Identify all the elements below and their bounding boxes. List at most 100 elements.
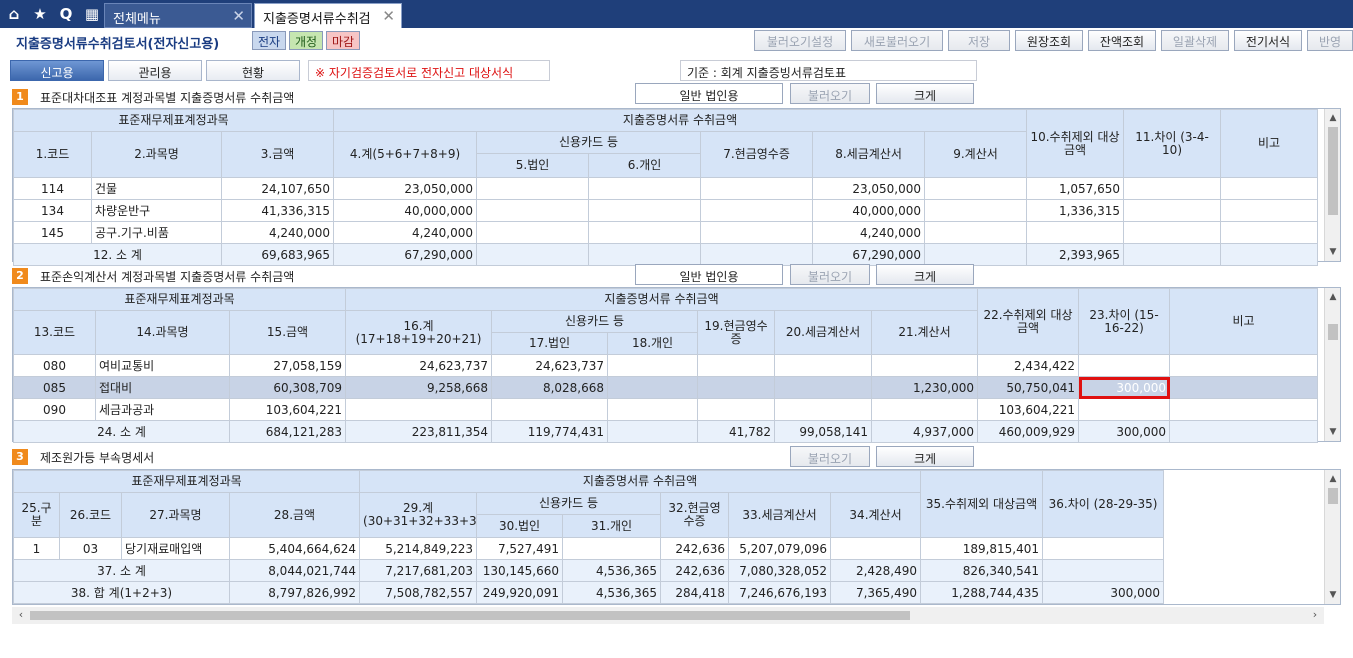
- corp-type-field[interactable]: 일반 법인용: [635, 264, 783, 285]
- balance-view-button[interactable]: 잔액조회: [1088, 30, 1156, 51]
- favorite-star-icon[interactable]: ★: [29, 3, 51, 25]
- cell[interactable]: 세금과공과: [95, 398, 230, 421]
- tab-management[interactable]: 관리용: [108, 60, 202, 81]
- vertical-scrollbar[interactable]: ▲ ▼: [1324, 109, 1340, 261]
- table-row[interactable]: 145 공구.기구.비품 4,240,000 4,240,000 4,240,000: [13, 221, 1319, 244]
- cell[interactable]: 5,404,664,624: [228, 537, 361, 560]
- cell[interactable]: [1123, 199, 1222, 222]
- cell[interactable]: [697, 354, 776, 377]
- scroll-up-icon[interactable]: ▲: [1325, 472, 1341, 486]
- cell[interactable]: 23,050,000: [333, 177, 478, 200]
- cell[interactable]: [871, 398, 979, 421]
- cell[interactable]: [345, 398, 493, 421]
- table-row[interactable]: 134 차량운반구 41,336,315 40,000,000 40,000,000 1,…: [13, 199, 1319, 222]
- cell[interactable]: [607, 354, 699, 377]
- load-button[interactable]: 불러오기: [790, 264, 870, 285]
- zoom-button[interactable]: 크게: [876, 83, 974, 104]
- batch-delete-button[interactable]: 일괄삭제: [1161, 30, 1229, 51]
- cell[interactable]: 1,230,000: [871, 376, 979, 399]
- cell[interactable]: 145: [13, 221, 92, 244]
- zoom-button[interactable]: 크게: [876, 446, 974, 467]
- cell[interactable]: 1,336,315: [1026, 199, 1125, 222]
- cell[interactable]: [700, 221, 814, 244]
- cell[interactable]: [1169, 354, 1319, 377]
- cell[interactable]: 2,434,422: [977, 354, 1080, 377]
- scroll-down-icon[interactable]: ▼: [1325, 425, 1341, 439]
- reload-button[interactable]: 새로불러오기: [851, 30, 943, 51]
- close-icon[interactable]: ✕: [232, 7, 245, 25]
- vertical-scrollbar[interactable]: ▲ ▼: [1324, 288, 1340, 441]
- cell[interactable]: 03: [59, 537, 122, 560]
- cell[interactable]: 접대비: [95, 376, 230, 399]
- cell[interactable]: 41,336,315: [220, 199, 335, 222]
- load-button[interactable]: 불러오기: [790, 83, 870, 104]
- cell[interactable]: 114: [13, 177, 92, 200]
- vertical-scrollbar[interactable]: ▲ ▼: [1324, 470, 1340, 604]
- search-q-icon[interactable]: Q: [55, 3, 77, 25]
- cell[interactable]: 40,000,000: [812, 199, 926, 222]
- save-button[interactable]: 저장: [948, 30, 1010, 51]
- cell[interactable]: [491, 398, 609, 421]
- cell[interactable]: 1,057,650: [1026, 177, 1125, 200]
- close-icon[interactable]: ✕: [382, 7, 395, 25]
- cell[interactable]: 24,623,737: [491, 354, 609, 377]
- cell[interactable]: 공구.기구.비품: [91, 221, 222, 244]
- cell[interactable]: 1: [13, 537, 60, 560]
- cell[interactable]: [1169, 376, 1319, 399]
- cell[interactable]: 27,058,159: [228, 354, 347, 377]
- ledger-view-button[interactable]: 원장조회: [1015, 30, 1083, 51]
- cell[interactable]: [700, 199, 814, 222]
- tab-status[interactable]: 현황: [206, 60, 300, 81]
- cell[interactable]: [607, 376, 699, 399]
- cell[interactable]: [1220, 177, 1319, 200]
- prior-form-button[interactable]: 전기서식: [1234, 30, 1302, 51]
- cell[interactable]: [1123, 177, 1222, 200]
- home-icon[interactable]: ⌂: [3, 3, 25, 25]
- cell[interactable]: 24,107,650: [220, 177, 335, 200]
- badge-closed[interactable]: 마감: [326, 31, 361, 50]
- cell[interactable]: 189,815,401: [920, 537, 1044, 560]
- scroll-up-icon[interactable]: ▲: [1325, 290, 1341, 304]
- load-button[interactable]: 불러오기: [790, 446, 870, 467]
- cell[interactable]: [588, 199, 702, 222]
- badge-electronic[interactable]: 전자: [252, 31, 287, 50]
- cell[interactable]: 50,750,041: [977, 376, 1080, 399]
- cell[interactable]: [774, 354, 873, 377]
- cell[interactable]: [697, 376, 776, 399]
- cell[interactable]: [476, 221, 590, 244]
- scroll-thumb[interactable]: [1328, 324, 1338, 340]
- cell[interactable]: [562, 537, 662, 560]
- tab-all-menu[interactable]: 전체메뉴 ✕: [104, 3, 252, 28]
- cell[interactable]: [1220, 199, 1319, 222]
- tab-expense-review[interactable]: 지출증명서류수취검 ✕: [254, 3, 402, 28]
- scroll-up-icon[interactable]: ▲: [1325, 111, 1341, 125]
- cell[interactable]: [774, 376, 873, 399]
- table-row[interactable]: 114 건물 24,107,650 23,050,000 23,050,000 1,057…: [13, 177, 1319, 200]
- cell[interactable]: [1078, 398, 1171, 421]
- cell[interactable]: [1042, 537, 1165, 560]
- scroll-down-icon[interactable]: ▼: [1325, 588, 1341, 602]
- cell[interactable]: [1220, 221, 1319, 244]
- cell[interactable]: 134: [13, 199, 92, 222]
- cell[interactable]: 4,240,000: [333, 221, 478, 244]
- cell[interactable]: 085: [13, 376, 96, 399]
- cell[interactable]: 차량운반구: [91, 199, 222, 222]
- cell[interactable]: [607, 398, 699, 421]
- cell[interactable]: 9,258,668: [345, 376, 493, 399]
- scroll-right-icon[interactable]: ›: [1308, 608, 1322, 621]
- cell[interactable]: 40,000,000: [333, 199, 478, 222]
- cell[interactable]: 7,527,491: [476, 537, 564, 560]
- cell[interactable]: 당기재료매입액: [121, 537, 230, 560]
- cell[interactable]: [697, 398, 776, 421]
- cell[interactable]: [830, 537, 922, 560]
- badge-revised[interactable]: 개정: [289, 31, 324, 50]
- cell[interactable]: [700, 177, 814, 200]
- table-row[interactable]: 080 여비교통비 27,058,159 24,623,737 24,623,737 2,…: [13, 354, 1319, 377]
- cell[interactable]: [924, 221, 1028, 244]
- cell[interactable]: 090: [13, 398, 96, 421]
- cell[interactable]: [871, 354, 979, 377]
- load-settings-button[interactable]: 불러오기설정: [754, 30, 846, 51]
- cell[interactable]: 건물: [91, 177, 222, 200]
- cell[interactable]: 242,636: [660, 537, 730, 560]
- scroll-thumb[interactable]: [1328, 127, 1338, 215]
